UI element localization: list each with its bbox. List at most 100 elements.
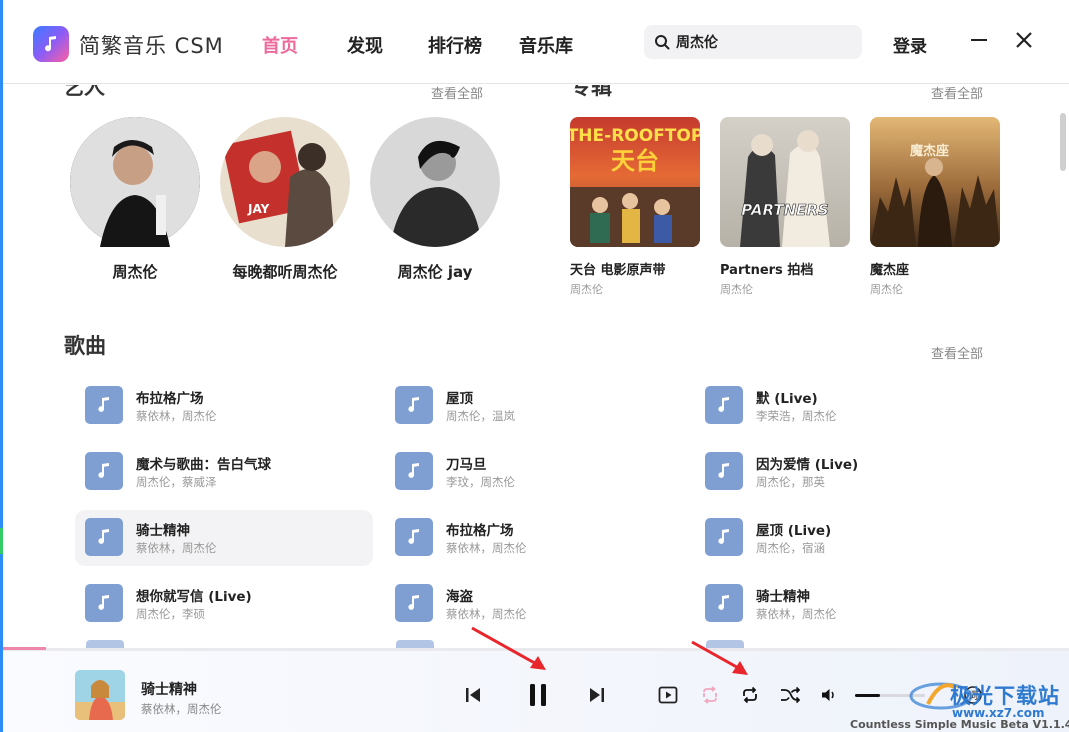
skip-previous-icon bbox=[466, 688, 480, 702]
app-name: 简繁音乐 CSM bbox=[79, 34, 224, 58]
song-item[interactable]: 屋顶周杰伦，温岚 bbox=[385, 378, 683, 434]
song-row-peek bbox=[396, 640, 434, 648]
song-item[interactable]: 屋顶 (Live) 周杰伦，宿涵 bbox=[695, 510, 993, 566]
album-card[interactable]: PARTNERS Partners 拍档 周杰伦 bbox=[720, 117, 850, 297]
song-artist: 李荣浩，周杰伦 bbox=[756, 409, 837, 423]
music-note-icon bbox=[705, 452, 743, 490]
song-title: 魔术与歌曲：告白气球 bbox=[136, 457, 271, 473]
albums-section-title: 专辑 bbox=[570, 85, 612, 99]
songs-see-all-link[interactable]: 查看全部 bbox=[931, 343, 983, 362]
songs-section-title: 歌曲 bbox=[64, 334, 106, 358]
next-button[interactable] bbox=[585, 683, 609, 707]
album-title: 魔杰座 bbox=[870, 263, 910, 278]
song-title: 骑士精神 bbox=[756, 589, 810, 605]
album-artist: 周杰伦 bbox=[720, 283, 753, 296]
song-item[interactable]: 想你就写信 (Live) 周杰伦，李硕 bbox=[75, 576, 373, 632]
search-box[interactable] bbox=[644, 25, 862, 59]
album-cover: 魔杰座 bbox=[870, 117, 1000, 247]
song-item[interactable]: 刀马旦李玟，周杰伦 bbox=[385, 444, 683, 500]
album-card[interactable]: 魔杰座 魔杰座 周杰伦 bbox=[870, 117, 1000, 297]
artist-card[interactable]: JAY 每晚都听周杰伦 bbox=[210, 117, 360, 282]
song-item[interactable]: 骑士精神 蔡依林，周杰伦 bbox=[695, 576, 993, 632]
song-artist: 李玟，周杰伦 bbox=[446, 475, 515, 489]
mv-button[interactable] bbox=[656, 683, 680, 707]
artist-card[interactable]: 周杰伦 bbox=[60, 117, 210, 282]
music-note-icon bbox=[395, 518, 433, 556]
nav-home[interactable]: 首页 bbox=[262, 32, 298, 58]
minimize-icon[interactable] bbox=[969, 30, 989, 50]
now-playing-artist[interactable]: 蔡依林，周杰伦 bbox=[141, 701, 222, 717]
repeat-one-button[interactable] bbox=[698, 683, 722, 707]
song-artist: 周杰伦，宿涵 bbox=[756, 541, 825, 555]
song-artist: 周杰伦，温岚 bbox=[446, 409, 515, 423]
song-title: 刀马旦 bbox=[446, 457, 487, 473]
music-note-icon bbox=[395, 386, 433, 424]
annotation-arrow-icon bbox=[471, 626, 546, 670]
artists-see-all-link[interactable]: 查看全部 bbox=[431, 85, 483, 102]
now-playing-title[interactable]: 骑士精神 bbox=[141, 679, 197, 699]
previous-button[interactable] bbox=[461, 683, 485, 707]
albums-see-all-link[interactable]: 查看全部 bbox=[931, 85, 983, 102]
song-title: 屋顶 bbox=[446, 391, 473, 407]
repeat-button[interactable] bbox=[738, 683, 762, 707]
top-bar: 简繁音乐 CSM 首页 发现 排行榜 音乐库 登录 bbox=[3, 0, 1069, 84]
song-title: 因为爱情 (Live) bbox=[756, 457, 859, 473]
song-item[interactable]: 默 (Live) 李荣浩，周杰伦 bbox=[695, 378, 993, 434]
song-item[interactable]: 布拉格广场 蔡依林，周杰伦 bbox=[75, 378, 373, 434]
svg-text:JAY: JAY bbox=[247, 202, 270, 216]
pause-button[interactable] bbox=[523, 679, 553, 711]
song-title: 布拉格广场 bbox=[446, 523, 514, 539]
shuffle-button[interactable] bbox=[778, 683, 802, 707]
volume-button[interactable] bbox=[819, 685, 839, 705]
now-playing-cover[interactable] bbox=[75, 670, 125, 720]
repeat-one-icon bbox=[703, 686, 717, 704]
song-item[interactable]: 骑士精神 蔡依林，周杰伦 bbox=[75, 510, 373, 566]
app-logo-icon bbox=[33, 26, 69, 62]
album-title: 天台 电影原声带 bbox=[570, 263, 666, 278]
song-title: 屋顶 (Live) bbox=[756, 523, 832, 539]
close-icon[interactable] bbox=[1014, 30, 1034, 50]
artist-avatar: JAY bbox=[220, 117, 350, 247]
song-artist: 周杰伦，蔡威泽 bbox=[136, 475, 217, 489]
music-note-icon bbox=[85, 452, 123, 490]
music-note-icon bbox=[395, 452, 433, 490]
song-row-peek bbox=[86, 640, 124, 648]
artist-name: 周杰伦 jay bbox=[397, 263, 473, 281]
song-artist: 周杰伦，李硕 bbox=[136, 607, 205, 621]
album-cover-text: THE-ROOFTOP bbox=[570, 126, 700, 146]
song-artist: 周杰伦，那英 bbox=[756, 475, 825, 489]
nav-charts[interactable]: 排行榜 bbox=[428, 32, 482, 58]
artist-avatar bbox=[70, 117, 200, 247]
album-cover: PARTNERS bbox=[720, 117, 850, 247]
shuffle-icon bbox=[781, 686, 800, 704]
album-artist: 周杰伦 bbox=[870, 283, 903, 296]
scrollbar-thumb[interactable] bbox=[1060, 113, 1066, 171]
song-artist: 蔡依林，周杰伦 bbox=[446, 541, 527, 555]
album-cover: THE-ROOFTOP 天台 bbox=[570, 117, 700, 247]
pause-icon bbox=[530, 684, 546, 706]
song-item[interactable]: 布拉格广场蔡依林，周杰伦 bbox=[385, 510, 683, 566]
skip-next-icon bbox=[590, 688, 604, 702]
music-note-icon bbox=[395, 584, 433, 622]
login-button[interactable]: 登录 bbox=[893, 32, 927, 57]
album-card[interactable]: THE-ROOFTOP 天台 天台 电影原声带 周杰伦 bbox=[570, 117, 700, 297]
song-title: 海盗 bbox=[446, 589, 473, 605]
volume-icon bbox=[822, 689, 834, 701]
artist-name: 周杰伦 bbox=[112, 263, 158, 281]
nav-library[interactable]: 音乐库 bbox=[519, 32, 573, 58]
song-item[interactable]: 魔术与歌曲：告白气球 周杰伦，蔡威泽 bbox=[75, 444, 373, 500]
progress-fill bbox=[3, 647, 46, 650]
search-input[interactable] bbox=[676, 32, 852, 52]
album-cover-text: PARTNERS bbox=[741, 201, 829, 219]
artist-card[interactable]: 周杰伦 jay bbox=[360, 117, 510, 282]
music-note-icon bbox=[705, 386, 743, 424]
song-item[interactable]: 因为爱情 (Live) 周杰伦，那英 bbox=[695, 444, 993, 500]
artists-section-title: 艺人 bbox=[63, 85, 105, 99]
album-cover-text: 魔杰座 bbox=[910, 143, 949, 159]
version-label: Countless Simple Music Beta V1.1.4 bbox=[850, 718, 1069, 731]
song-artist: 蔡依林，周杰伦 bbox=[136, 409, 217, 423]
nav-discover[interactable]: 发现 bbox=[347, 32, 383, 58]
video-icon bbox=[658, 686, 678, 704]
music-note-icon bbox=[85, 386, 123, 424]
album-artist: 周杰伦 bbox=[570, 283, 603, 296]
